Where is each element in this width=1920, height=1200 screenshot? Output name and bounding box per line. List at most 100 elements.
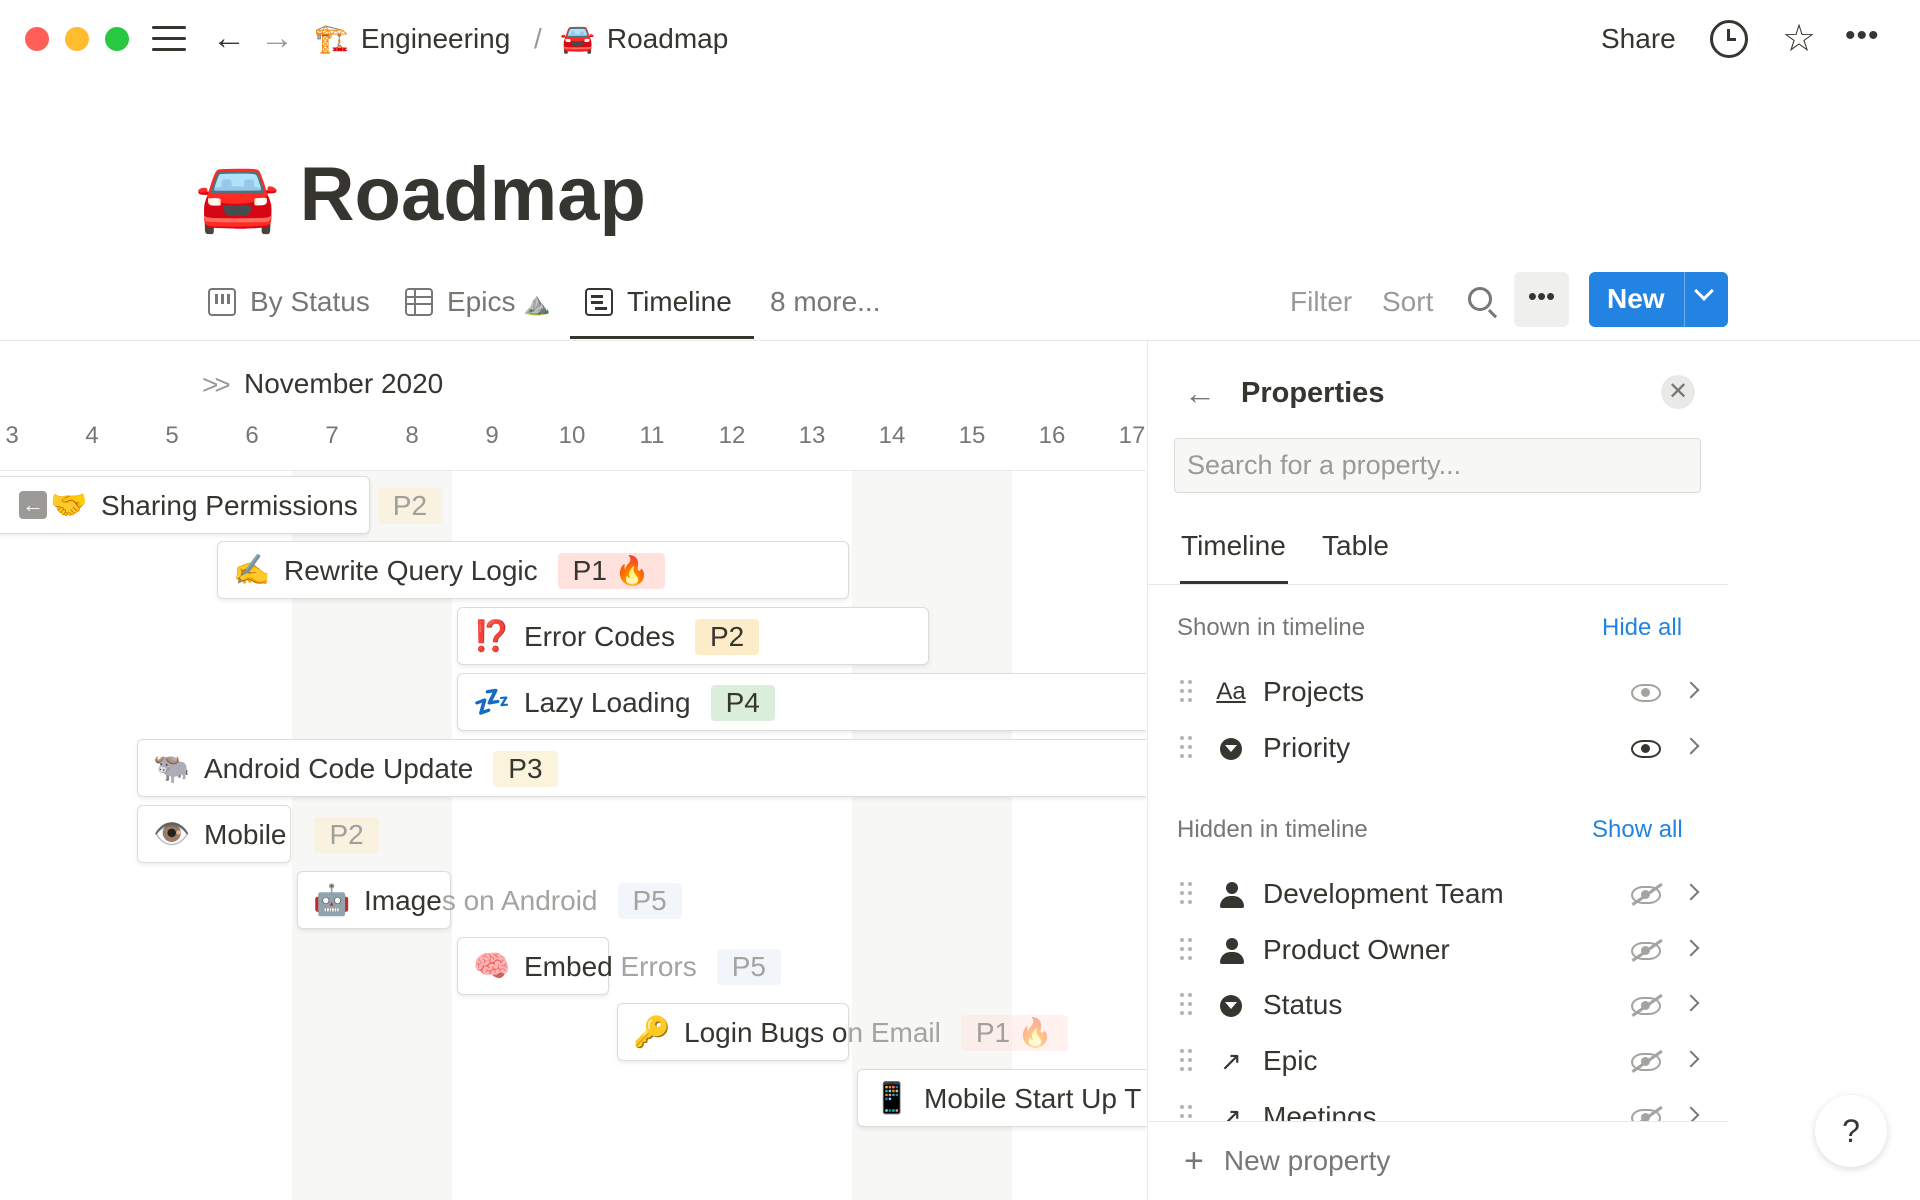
- property-row-product-owner[interactable]: Product Owner: [1170, 926, 1705, 974]
- day-label: 16: [1038, 422, 1066, 449]
- drag-handle-icon[interactable]: [1180, 993, 1192, 1017]
- more-views-link[interactable]: 8 more...: [770, 282, 880, 322]
- view-options-button[interactable]: •••: [1514, 272, 1569, 327]
- plus-icon: +: [1184, 1142, 1204, 1180]
- eye-off-icon[interactable]: [1631, 886, 1661, 904]
- timeline-item-android-code-update[interactable]: 🐃 Android Code Update P3: [137, 739, 1146, 797]
- breadcrumb-workspace-label: Engineering: [360, 23, 511, 54]
- person-icon: [1214, 876, 1248, 912]
- day-label: 13: [798, 422, 826, 449]
- tab-label: Timeline: [627, 286, 732, 317]
- person-icon: [1214, 932, 1248, 968]
- breadcrumb-page-label: Roadmap: [606, 23, 729, 54]
- timeline-item-sharing-permissions[interactable]: ← 🤝 Sharing Permissions P2: [0, 476, 443, 534]
- mobile-phone-icon: 📱: [873, 1082, 911, 1115]
- clock-icon[interactable]: [1710, 20, 1748, 58]
- item-title: Sharing Permissions: [101, 490, 358, 521]
- sort-button[interactable]: Sort: [1382, 282, 1433, 322]
- priority-tag: P1 🔥: [960, 1015, 1068, 1051]
- item-title: Mobile: [204, 819, 287, 850]
- property-row-priority[interactable]: Priority: [1170, 724, 1705, 772]
- sidebar-toggle-icon[interactable]: [152, 26, 186, 52]
- timeline-item-error-codes[interactable]: ⁉️ Error Codes P2: [457, 607, 929, 665]
- timeline-item-embed-errors[interactable]: 🧠 Embed Errors P5: [457, 937, 781, 995]
- handshake-icon: 🤝: [50, 489, 88, 522]
- item-title: Login Bugs o: [684, 1017, 848, 1048]
- day-label: 9: [485, 422, 499, 449]
- timeline-view: >> November 2020 3 4 5 6 7 8 9 10 11 12 …: [0, 341, 1146, 1200]
- select-icon: [1214, 730, 1248, 766]
- breadcrumb-page[interactable]: 🚘 Roadmap: [560, 19, 728, 59]
- eye-icon: 👁️: [153, 818, 191, 851]
- shown-section-label: Shown in timeline: [1177, 614, 1366, 641]
- property-name: Projects: [1263, 676, 1365, 707]
- property-name: Meetings: [1263, 1101, 1377, 1121]
- day-label: 6: [245, 422, 259, 449]
- property-row-epic[interactable]: ↗ Epic: [1170, 1037, 1705, 1085]
- minimize-window-button[interactable]: [65, 27, 89, 51]
- timeline-item-mobile[interactable]: 👁️ Mobile P2: [137, 805, 379, 863]
- eye-icon[interactable]: [1631, 740, 1661, 758]
- priority-tag: P5: [716, 949, 781, 985]
- item-title: Lazy Loading: [524, 687, 691, 718]
- eye-icon[interactable]: [1631, 684, 1661, 702]
- eye-off-icon[interactable]: [1631, 997, 1661, 1015]
- eye-off-icon[interactable]: [1631, 1053, 1661, 1071]
- search-icon[interactable]: [1468, 287, 1492, 311]
- drag-handle-icon[interactable]: [1180, 882, 1192, 906]
- timeline-item-mobile-start-up[interactable]: 📱 Mobile Start Up T: [857, 1069, 1146, 1127]
- property-row-meetings[interactable]: ↗ Meetings: [1170, 1093, 1705, 1121]
- timeline-item-login-bugs-on-email[interactable]: 🔑 Login Bugs on Email P1 🔥: [617, 1003, 1068, 1061]
- day-label: 7: [325, 422, 339, 449]
- chevron-right-icon[interactable]: [1682, 681, 1700, 699]
- writing-hand-icon: ✍️: [233, 554, 271, 587]
- chevron-right-icon[interactable]: [1682, 994, 1700, 1012]
- chevron-right-icon[interactable]: [1682, 1050, 1700, 1068]
- scroll-to-item-icon[interactable]: ←: [19, 491, 47, 519]
- chevron-right-icon[interactable]: [1682, 883, 1700, 901]
- chevron-right-icon[interactable]: [1682, 1106, 1700, 1121]
- chevron-right-icon[interactable]: [1682, 737, 1700, 755]
- filter-button[interactable]: Filter: [1290, 282, 1352, 322]
- day-label: 10: [558, 422, 586, 449]
- close-window-button[interactable]: [25, 27, 49, 51]
- property-row-status[interactable]: Status: [1170, 981, 1705, 1029]
- tab-epics[interactable]: Epics ⛰️: [405, 282, 551, 322]
- drag-handle-icon[interactable]: [1180, 1049, 1192, 1073]
- drag-handle-icon[interactable]: [1180, 938, 1192, 962]
- hide-all-button[interactable]: Hide all: [1602, 611, 1682, 645]
- tab-timeline[interactable]: Timeline: [585, 282, 732, 322]
- new-property-label: New property: [1223, 1145, 1391, 1176]
- breadcrumb-workspace[interactable]: 🏗️ Engineering: [314, 19, 510, 59]
- timeline-item-images-on-android[interactable]: 🤖 Images on Android P5: [297, 871, 682, 929]
- car-icon[interactable]: 🚘: [195, 159, 280, 235]
- back-arrow-icon[interactable]: ←: [212, 18, 246, 58]
- share-button[interactable]: Share: [1601, 19, 1676, 59]
- eye-off-icon[interactable]: [1631, 942, 1661, 960]
- tab-by-status[interactable]: By Status: [208, 282, 370, 322]
- star-icon[interactable]: ☆: [1780, 20, 1818, 58]
- drag-handle-icon[interactable]: [1180, 680, 1192, 704]
- maximize-window-button[interactable]: [105, 27, 129, 51]
- double-chevron-icon[interactable]: >>: [202, 369, 231, 401]
- item-title: Embed: [524, 951, 613, 982]
- new-property-button[interactable]: + New property: [1184, 1141, 1390, 1181]
- more-icon[interactable]: •••: [1845, 20, 1883, 58]
- timeline-item-rewrite-query-logic[interactable]: ✍️ Rewrite Query Logic P1 🔥: [217, 541, 849, 599]
- eye-off-icon[interactable]: [1631, 1109, 1661, 1121]
- property-row-projects[interactable]: Aa Projects: [1170, 668, 1705, 716]
- day-label: 5: [165, 422, 179, 449]
- chevron-down-icon[interactable]: [1694, 281, 1714, 301]
- show-all-button[interactable]: Show all: [1592, 813, 1683, 847]
- property-row-development-team[interactable]: Development Team: [1170, 870, 1705, 918]
- help-button[interactable]: ?: [1815, 1095, 1887, 1167]
- property-name: Status: [1263, 989, 1343, 1020]
- forward-arrow-icon[interactable]: →: [260, 18, 294, 58]
- day-header-divider: [0, 470, 1146, 471]
- page-title[interactable]: 🚘 Roadmap: [195, 150, 646, 242]
- drag-handle-icon[interactable]: [1180, 1105, 1192, 1121]
- timeline-item-lazy-loading[interactable]: 💤 Lazy Loading P4: [457, 673, 1146, 731]
- new-button[interactable]: New: [1589, 272, 1728, 327]
- drag-handle-icon[interactable]: [1180, 736, 1192, 760]
- chevron-right-icon[interactable]: [1682, 939, 1700, 957]
